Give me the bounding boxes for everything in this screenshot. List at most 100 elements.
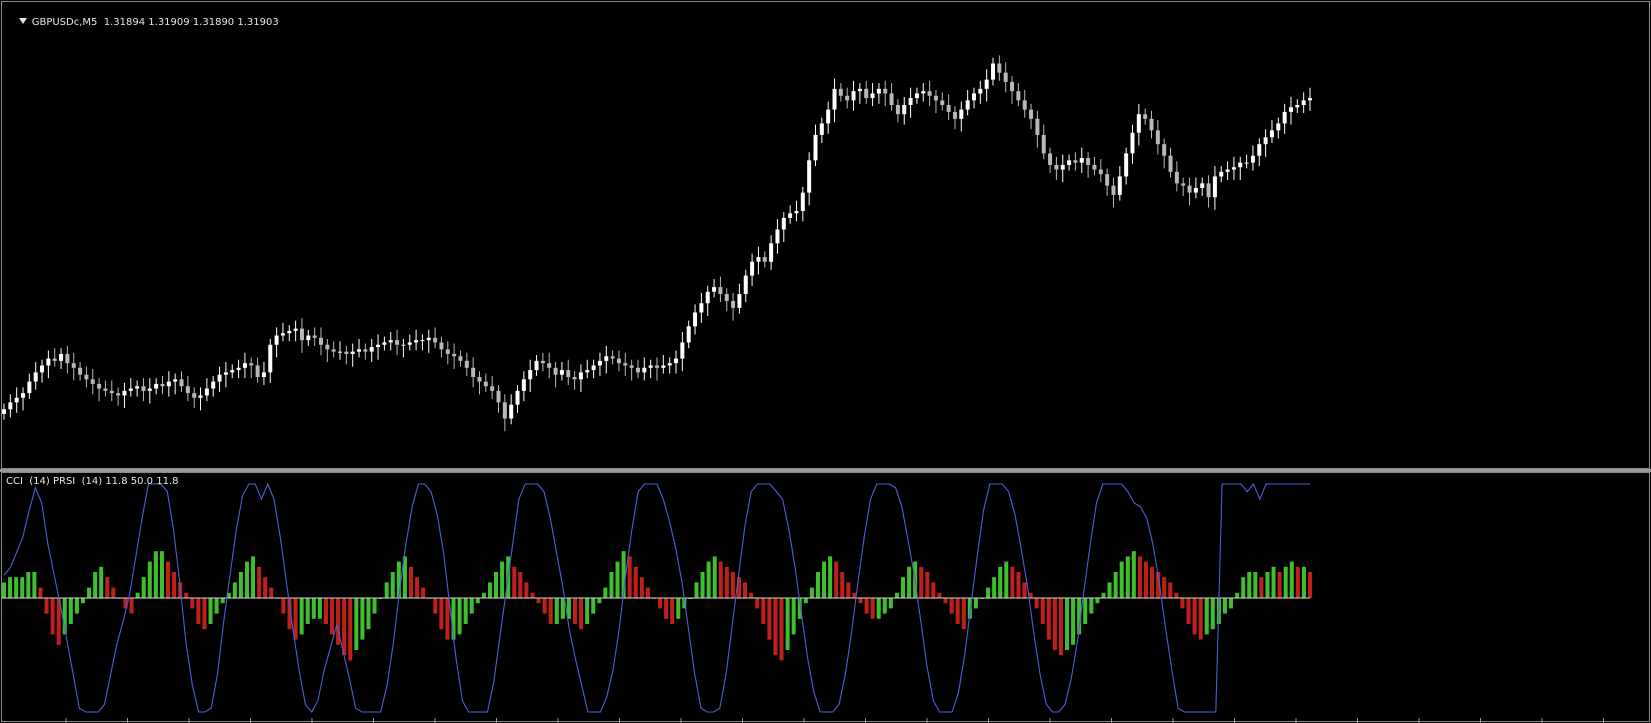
histogram-bar xyxy=(105,577,110,598)
candle-body xyxy=(781,217,786,230)
candle-body xyxy=(122,390,127,396)
histogram-bar xyxy=(1004,561,1009,598)
histogram-bar xyxy=(348,598,353,661)
candle-body xyxy=(902,104,907,115)
candle-body xyxy=(211,381,216,389)
candle-body xyxy=(1225,169,1230,172)
candle-body xyxy=(471,367,476,378)
candle-body xyxy=(160,383,165,387)
histogram-bar xyxy=(2,582,6,598)
candle-body xyxy=(179,379,184,387)
histogram-bar xyxy=(773,598,778,656)
histogram-bar xyxy=(433,598,438,614)
candle-body xyxy=(1111,185,1116,195)
histogram-bar xyxy=(68,598,73,624)
histogram-bar xyxy=(1101,592,1106,598)
histogram-bar xyxy=(834,561,839,598)
candle-body xyxy=(642,367,647,373)
candle-body xyxy=(762,257,767,262)
histogram-bar xyxy=(597,598,602,604)
candle-body xyxy=(946,104,951,112)
histogram-bar xyxy=(992,577,997,598)
candle-body xyxy=(693,312,698,327)
histogram-bar xyxy=(639,577,644,598)
histogram-bar xyxy=(153,551,158,598)
candle-body xyxy=(490,386,495,391)
candle-body xyxy=(268,344,273,373)
histogram-bar xyxy=(1089,598,1094,614)
histogram-bar xyxy=(901,577,906,598)
candle-body xyxy=(445,349,450,354)
candle-body xyxy=(769,243,774,262)
histogram-bar xyxy=(1259,577,1264,598)
candle-body xyxy=(1250,155,1255,163)
candle-body xyxy=(249,363,254,366)
histogram-bar xyxy=(323,598,328,624)
candle-body xyxy=(1130,132,1135,154)
candle-body xyxy=(819,123,824,135)
histogram-bar xyxy=(190,598,195,609)
histogram-bar xyxy=(888,598,893,609)
histogram-bar xyxy=(536,598,541,604)
candle-body xyxy=(128,388,133,391)
candle-body xyxy=(1238,162,1243,168)
histogram-bar xyxy=(141,577,146,598)
histogram-bar xyxy=(481,592,486,598)
candle-body xyxy=(610,356,615,359)
histogram-bar xyxy=(220,598,225,604)
histogram-bar xyxy=(494,572,499,598)
candle-body xyxy=(1276,123,1281,131)
candle-body xyxy=(338,351,343,353)
candle-body xyxy=(21,393,26,398)
candle-body xyxy=(908,98,913,105)
candle-body xyxy=(1117,176,1122,195)
histogram-bar xyxy=(1210,598,1215,630)
histogram-bar xyxy=(949,598,954,614)
candle-body xyxy=(743,275,748,295)
histogram-bar xyxy=(463,598,468,624)
candle-body xyxy=(534,360,539,371)
candle-body xyxy=(433,337,438,343)
histogram-bar xyxy=(1241,577,1246,598)
candle-body xyxy=(483,381,488,387)
candle-body xyxy=(135,386,140,389)
candle-body xyxy=(280,333,285,336)
histogram-bar xyxy=(664,598,669,619)
indicator-header: CCI (14) PRSI (14) 11.8 50.0 11.8 xyxy=(6,476,179,487)
candle-body xyxy=(1048,153,1053,165)
candle-body xyxy=(832,88,837,110)
histogram-bar xyxy=(251,556,256,598)
collapse-triangle-icon[interactable] xyxy=(18,18,27,24)
candle-body xyxy=(27,381,32,394)
candle-body xyxy=(382,342,387,345)
histogram-bar xyxy=(591,598,596,614)
candle-body xyxy=(927,91,932,96)
candle-body xyxy=(1054,164,1059,170)
histogram-bar xyxy=(882,598,887,614)
candle-body xyxy=(1035,118,1040,135)
histogram-bar xyxy=(1180,598,1185,609)
histogram-bar xyxy=(1052,598,1057,650)
candle-body xyxy=(1067,160,1072,165)
candle-body xyxy=(680,342,685,359)
candlestick-series xyxy=(2,55,1312,432)
candle-body xyxy=(312,335,317,338)
histogram-bar xyxy=(1137,556,1142,598)
histogram-bar xyxy=(761,598,766,624)
candle-body xyxy=(14,397,19,403)
candle-body xyxy=(794,211,799,214)
candle-body xyxy=(1092,164,1097,170)
histogram-bar xyxy=(269,587,274,598)
histogram-bar xyxy=(415,577,420,598)
histogram-bar xyxy=(147,561,152,598)
candle-body xyxy=(84,374,89,380)
histogram-bar xyxy=(986,587,991,598)
candle-body xyxy=(33,372,38,382)
histogram-bar xyxy=(1204,598,1209,635)
candle-body xyxy=(204,388,209,396)
candle-body xyxy=(242,363,247,368)
candle-body xyxy=(991,63,996,80)
histogram-bar xyxy=(585,598,590,624)
candle-body xyxy=(686,326,691,343)
candle-body xyxy=(1155,130,1160,145)
